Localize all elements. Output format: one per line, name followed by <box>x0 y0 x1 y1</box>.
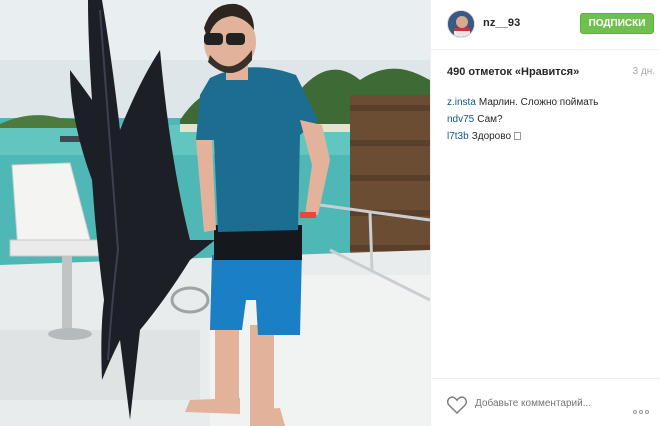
post-timestamp[interactable]: 3 дн. <box>633 66 655 77</box>
comment-author-link[interactable]: l7t3b <box>447 131 469 142</box>
likes-count: 490 <box>447 66 466 78</box>
comment-text: Здорово <box>471 131 512 142</box>
post-header: nz__93 ПОДПИСКИ <box>431 0 660 50</box>
post-actions <box>431 378 660 426</box>
avatar[interactable] <box>447 10 475 38</box>
comment-author-link[interactable]: z.insta <box>447 97 476 108</box>
likes-counter[interactable]: 490 отметок «Нравится» <box>447 66 579 78</box>
post-side-panel: nz__93 ПОДПИСКИ 490 отметок «Нравится» 3… <box>430 0 660 426</box>
post-meta: 490 отметок «Нравится» 3 дн. <box>447 66 657 82</box>
more-options-icon[interactable] <box>633 401 653 414</box>
comment-text: Марлин. Сложно поймать <box>478 97 599 108</box>
heart-outline-icon[interactable] <box>447 396 467 414</box>
comment-item: l7t3b Здорово <box>447 128 652 145</box>
comments-list: z.insta Марлин. Сложно поймать ndv75 Сам? … <box>447 94 652 145</box>
comment-author-link[interactable]: ndv75 <box>447 114 474 125</box>
comment-text: Сам? <box>477 114 503 125</box>
post-photo[interactable] <box>0 0 430 426</box>
avatar-image <box>448 11 474 37</box>
likes-label: отметок «Нравится» <box>468 66 580 78</box>
post-photo-image <box>0 0 430 426</box>
username-link[interactable]: nz__93 <box>483 17 520 29</box>
unrendered-emoji-icon <box>514 132 522 140</box>
comment-item: z.insta Марлин. Сложно поймать <box>447 94 652 111</box>
more-dot <box>633 410 637 414</box>
comment-item: ndv75 Сам? <box>447 111 652 128</box>
more-dot <box>645 410 649 414</box>
add-comment-input[interactable] <box>475 398 625 409</box>
more-dot <box>639 410 643 414</box>
follow-button[interactable]: ПОДПИСКИ <box>580 13 654 34</box>
